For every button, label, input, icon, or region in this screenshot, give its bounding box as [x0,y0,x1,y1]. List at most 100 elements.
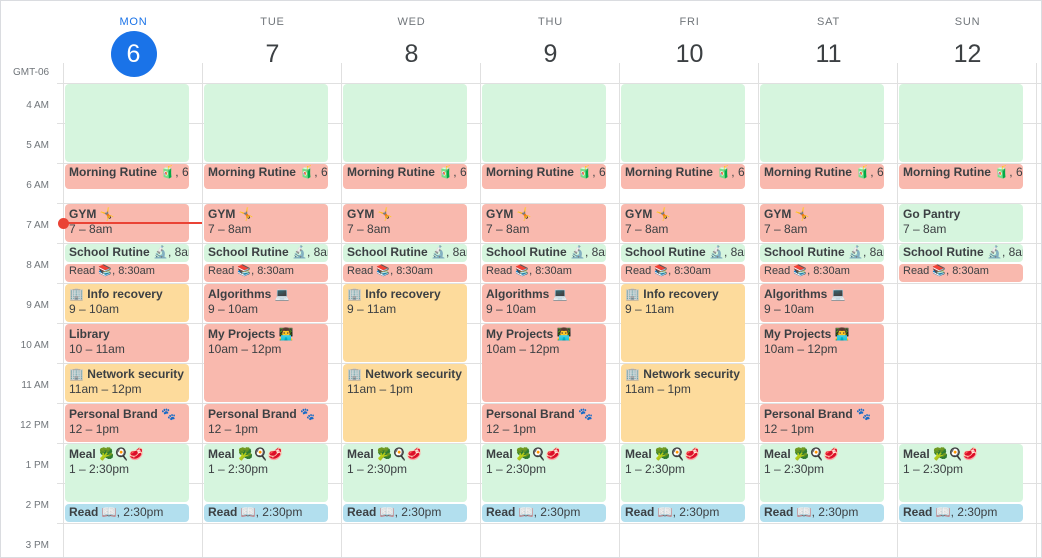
calendar-event[interactable]: School Rutine 🔬, 8am [899,244,1023,262]
day-header-thu[interactable]: THU 9 [481,1,620,83]
calendar-block[interactable] [204,84,328,162]
calendar-block[interactable] [65,84,189,162]
calendar-event[interactable]: 🏢 Info recovery 9 – 11am [621,284,745,362]
calendar-event[interactable]: Algorithms 💻 9 – 10am [760,284,884,322]
calendar-event[interactable]: Read 📚, 8:30am [482,264,606,282]
calendar-event[interactable]: Read 📖, 2:30pm [65,504,189,522]
hour-label: 3 PM [25,540,49,551]
day-header-mon[interactable]: MON 6 [64,1,203,83]
calendar-event[interactable]: Morning Rutine 🧃, 6am [343,164,467,189]
calendar-block[interactable] [899,84,1023,162]
calendar-event[interactable]: Algorithms 💻 9 – 10am [204,284,328,322]
calendar-event[interactable]: Read 📚, 8:30am [621,264,745,282]
event-time: 2:30pm [818,505,859,519]
date-number[interactable]: 9 [528,31,574,77]
date-number[interactable]: 7 [250,31,296,77]
calendar-block[interactable] [482,84,606,162]
event-time: 9 – 10am [764,302,815,316]
calendar-event[interactable]: Read 📖, 2:30pm [760,504,884,522]
calendar-event[interactable]: School Rutine 🔬, 8am [204,244,328,262]
calendar-event[interactable]: Meal 🥦🍳🥩 1 – 2:30pm [482,444,606,502]
calendar-event[interactable]: Personal Brand 🐾 12 – 1pm [482,404,606,442]
calendar-block[interactable] [760,84,884,162]
calendar-event[interactable]: 🏢 Info recovery 9 – 10am [65,284,189,322]
calendar-event[interactable]: School Rutine 🔬, 8am [621,244,745,262]
calendar-event[interactable]: My Projects 👨‍💻 10am – 12pm [760,324,884,402]
calendar-event[interactable]: Read 📚, 8:30am [760,264,884,282]
calendar-event[interactable]: Go Pantry 7 – 8am [899,204,1023,242]
calendar-event[interactable]: School Rutine 🔬, 8am [482,244,606,262]
hour-gridline [57,523,1041,524]
calendar-event[interactable]: 🏢 Network security 11am – 1pm [343,364,467,442]
calendar-event[interactable]: Read 📖, 2:30pm [899,504,1023,522]
calendar-event[interactable]: School Rutine 🔬, 8am [65,244,189,262]
calendar-event[interactable]: Morning Rutine 🧃, 6am [899,164,1023,189]
calendar-event[interactable]: My Projects 👨‍💻 10am – 12pm [482,324,606,402]
calendar-event[interactable]: Read 📖, 2:30pm [621,504,745,522]
calendar-event[interactable]: Read 📖, 2:30pm [343,504,467,522]
event-title: Personal Brand 🐾 [208,407,315,421]
calendar-event[interactable]: Meal 🥦🍳🥩 1 – 2:30pm [204,444,328,502]
calendar-event[interactable]: My Projects 👨‍💻 10am – 12pm [204,324,328,402]
calendar-event[interactable]: Morning Rutine 🧃, 6am [760,164,884,189]
day-header-sun[interactable]: SUN 12 [898,1,1037,83]
calendar-event[interactable]: School Rutine 🔬, 8am [343,244,467,262]
event-time: 12 – 1pm [486,422,537,436]
calendar-event[interactable]: 🏢 Network security 11am – 12pm [65,364,189,402]
calendar-event[interactable]: Read 📚, 8:30am [204,264,328,282]
date-number[interactable]: 8 [389,31,435,77]
calendar-event[interactable]: Read 📖, 2:30pm [482,504,606,522]
calendar-event[interactable]: GYM 🤸 7 – 8am [482,204,606,242]
day-header-wed[interactable]: WED 8 [342,1,481,83]
day-column-divider [63,63,64,557]
calendar-event[interactable]: Morning Rutine 🧃, 6am [482,164,606,189]
calendar-event[interactable]: 🏢 Network security 11am – 1pm [621,364,745,442]
today-date-number[interactable]: 6 [110,31,157,77]
calendar-event[interactable]: GYM 🤸 7 – 8am [204,204,328,242]
day-column-divider [619,63,620,557]
hour-label: 12 PM [20,420,49,431]
day-column-divider [1036,63,1037,557]
calendar-event[interactable]: Read 📚, 8:30am [65,264,189,282]
calendar-event[interactable]: 🏢 Info recovery 9 – 11am [343,284,467,362]
calendar-event[interactable]: Meal 🥦🍳🥩 1 – 2:30pm [899,444,1023,502]
day-of-week: MON [119,16,148,28]
calendar-event[interactable]: Morning Rutine 🧃, 6am [204,164,328,189]
event-time: 2:30pm [123,505,164,519]
calendar-event[interactable]: GYM 🤸 7 – 8am [760,204,884,242]
date-number[interactable]: 11 [806,31,852,77]
calendar-event[interactable]: Meal 🥦🍳🥩 1 – 2:30pm [65,444,189,502]
day-header-fri[interactable]: FRI 10 [620,1,759,83]
calendar-event[interactable]: GYM 🤸 7 – 8am [343,204,467,242]
day-header-sat[interactable]: SAT 11 [759,1,898,83]
event-time: 1 – 2:30pm [347,462,408,476]
calendar-event[interactable]: Personal Brand 🐾 12 – 1pm [65,404,189,442]
event-time: 8am [730,245,745,259]
date-number[interactable]: 10 [667,31,713,77]
event-time: 8:30am [952,265,989,277]
calendar-event[interactable]: Meal 🥦🍳🥩 1 – 2:30pm [343,444,467,502]
calendar-block[interactable] [343,84,467,162]
event-title: Morning Rutine 🧃 [903,165,1010,179]
calendar-event[interactable]: Read 📚, 8:30am [899,264,1023,282]
calendar-event[interactable]: Meal 🥦🍳🥩 1 – 2:30pm [621,444,745,502]
calendar-event[interactable]: Personal Brand 🐾 12 – 1pm [204,404,328,442]
calendar-event[interactable]: Personal Brand 🐾 12 – 1pm [760,404,884,442]
event-time: 6am [320,165,328,179]
event-time: 8am [1008,245,1023,259]
event-title: Meal 🥦🍳🥩 [764,447,839,461]
calendar-event[interactable]: Read 📖, 2:30pm [204,504,328,522]
calendar-event[interactable]: Read 📚, 8:30am [343,264,467,282]
calendar-event[interactable]: GYM 🤸 7 – 8am [621,204,745,242]
calendar-event[interactable]: School Rutine 🔬, 8am [760,244,884,262]
event-time: 12 – 1pm [69,422,120,436]
calendar-event[interactable]: Morning Rutine 🧃, 6am [65,164,189,189]
calendar-event[interactable]: Morning Rutine 🧃, 6am [621,164,745,189]
calendar-block[interactable] [621,84,745,162]
calendar-event[interactable]: Algorithms 💻 9 – 10am [482,284,606,322]
calendar-event[interactable]: Library 10 – 11am [65,324,189,362]
calendar-event[interactable]: Meal 🥦🍳🥩 1 – 2:30pm [760,444,884,502]
day-header-tue[interactable]: TUE 7 [203,1,342,83]
date-number[interactable]: 12 [945,31,991,77]
event-title: Morning Rutine 🧃 [625,165,732,179]
